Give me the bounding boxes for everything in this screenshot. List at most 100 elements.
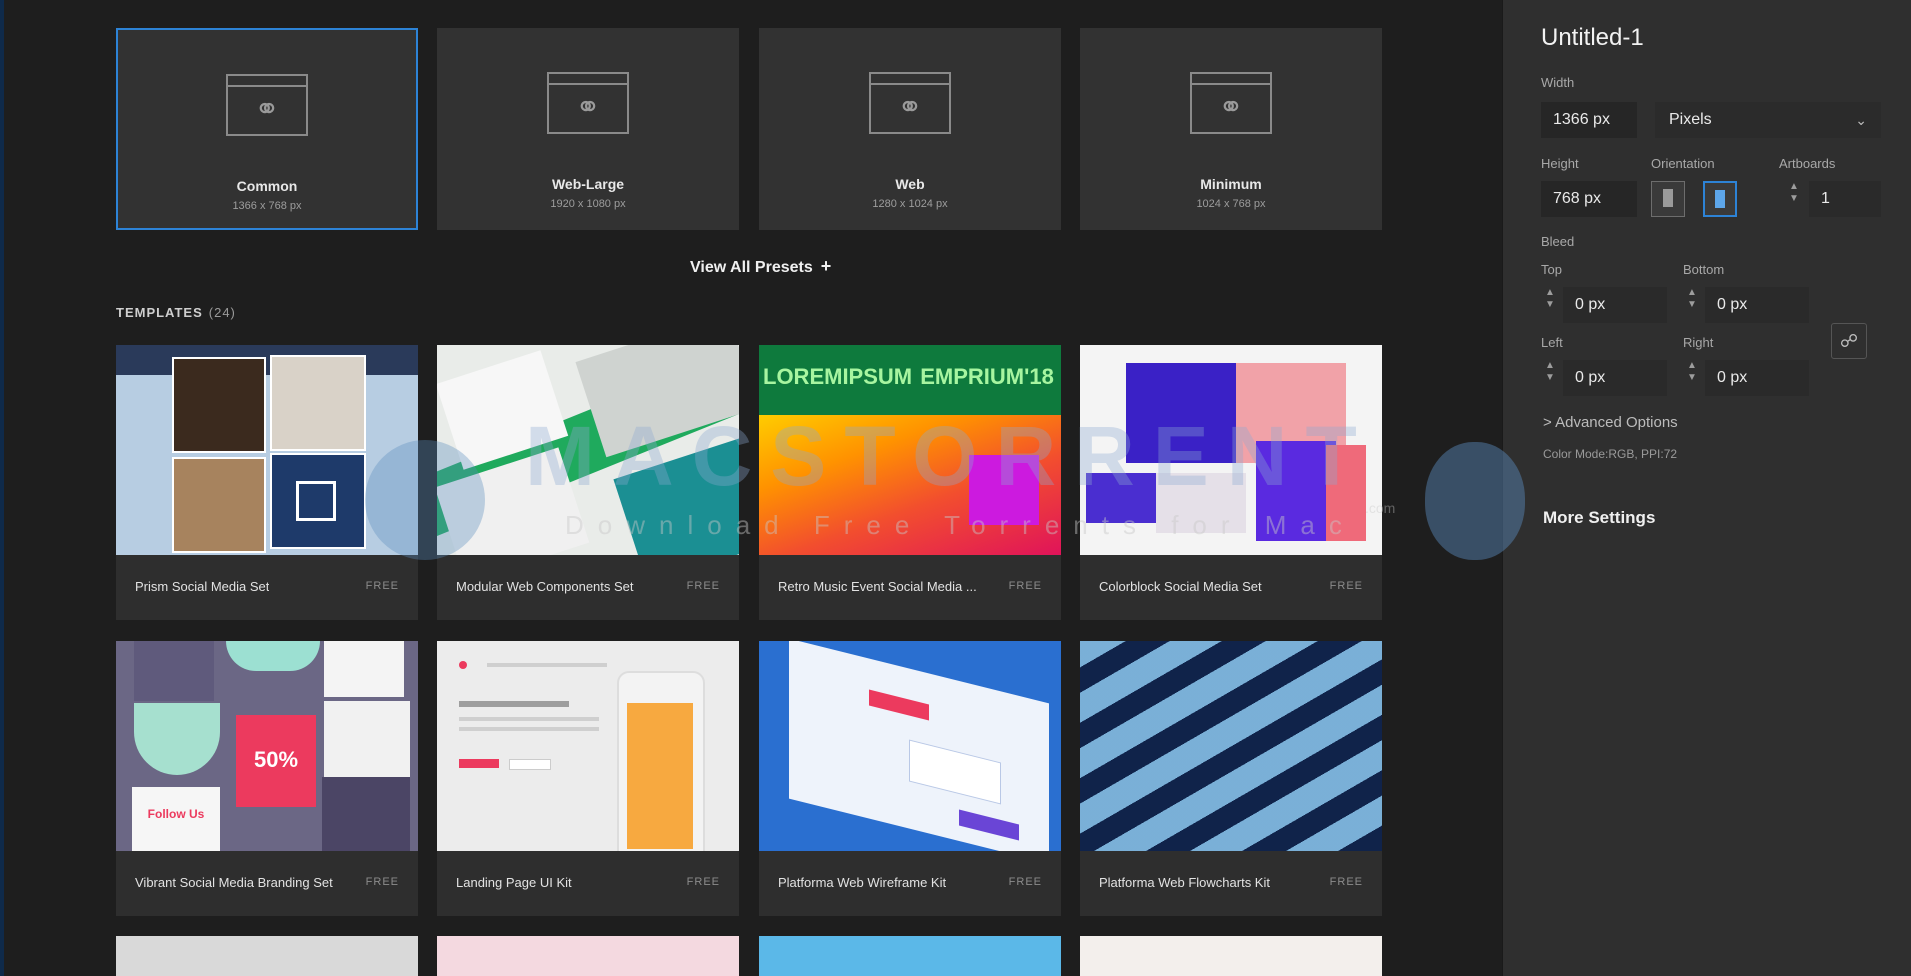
template-thumbnail [437,641,739,851]
more-settings-button[interactable]: More Settings [1543,508,1655,528]
orientation-label: Orientation [1651,156,1715,171]
document-settings-panel: Untitled-1 Width 1366 px Pixels ⌄ Height… [1502,0,1911,976]
globe-icon: ⚭ [1218,91,1244,124]
template-card-platforma-flowcharts[interactable]: Platforma Web Flowcharts Kit FREE [1080,641,1382,916]
template-caption: Platforma Web Flowcharts Kit FREE [1080,851,1382,916]
template-thumbnail [116,936,418,976]
top-label: Top [1541,262,1562,277]
templates-browser: ⚭ Common 1366 x 768 px ⚭ Web-Large 1920 … [0,0,1502,976]
portrait-orientation-button[interactable] [1651,181,1685,217]
height-label: Height [1541,156,1579,171]
units-value: Pixels [1669,111,1712,128]
template-card[interactable] [1080,936,1382,976]
template-caption: Vibrant Social Media Branding Set FREE [116,851,418,916]
height-input[interactable]: 768 px [1541,181,1637,217]
bottom-stepper-icon[interactable]: ▲ ▼ [1685,287,1699,323]
template-thumbnail [437,936,739,976]
vibrant-follow-text: Follow Us [147,807,205,821]
document-name[interactable]: Untitled-1 [1541,24,1644,52]
browser-frame-icon: ⚭ [547,72,629,134]
template-card[interactable] [116,936,418,976]
template-card-retro-music[interactable]: LOREMIPSUM EMPRIUM'18 Retro Music Event … [759,345,1061,620]
artboards-label: Artboards [1779,156,1836,171]
template-card-landing-page[interactable]: Landing Page UI Kit FREE [437,641,739,916]
link-icon[interactable]: ☍ [1831,323,1867,359]
template-name: Vibrant Social Media Branding Set [135,875,333,890]
browser-frame-icon: ⚭ [869,72,951,134]
template-thumbnail [1080,936,1382,976]
preset-common[interactable]: ⚭ Common 1366 x 768 px [116,28,418,230]
template-name: Colorblock Social Media Set [1099,579,1262,594]
preset-web-large[interactable]: ⚭ Web-Large 1920 x 1080 px [437,28,739,230]
preset-size: 1280 x 1024 px [872,198,948,210]
preset-size: 1024 x 768 px [1196,198,1266,210]
preset-name: Web [895,176,925,192]
preset-web[interactable]: ⚭ Web 1280 x 1024 px [759,28,1061,230]
landscape-orientation-button[interactable] [1703,181,1737,217]
plus-icon: + [820,256,832,276]
template-thumbnail [437,345,739,555]
template-thumbnail [759,936,1061,976]
template-card-colorblock[interactable]: Colorblock Social Media Set FREE [1080,345,1382,620]
template-thumbnail: 50% Follow Us [116,641,418,851]
template-thumbnail [759,641,1061,851]
template-tag: FREE [686,580,720,592]
left-bleed-input[interactable]: 0 px [1563,360,1667,396]
template-tag: FREE [365,580,399,592]
template-tag: FREE [686,876,720,888]
view-all-presets-button[interactable]: View All Presets + [690,256,831,277]
globe-icon: ⚭ [575,91,601,124]
left-label: Left [1541,335,1563,350]
template-card[interactable] [759,936,1061,976]
advanced-options-toggle[interactable]: > Advanced Options [1543,414,1678,431]
template-thumbnail [1080,641,1382,851]
template-tag: FREE [365,876,399,888]
template-card-platforma-wireframe[interactable]: Platforma Web Wireframe Kit FREE [759,641,1061,916]
template-card-vibrant[interactable]: 50% Follow Us Vibrant Social Media Brand… [116,641,418,916]
template-caption: Colorblock Social Media Set FREE [1080,555,1382,620]
template-card[interactable] [437,936,739,976]
top-bleed-input[interactable]: 0 px [1563,287,1667,323]
templates-heading: TEMPLATES (24) [116,305,236,320]
top-stepper-icon[interactable]: ▲ ▼ [1543,287,1557,323]
preset-size: 1920 x 1080 px [550,198,626,210]
window-edge [0,0,4,976]
template-thumbnail [116,345,418,555]
width-label: Width [1541,75,1575,90]
left-stepper-icon[interactable]: ▲ ▼ [1543,360,1557,396]
artboards-stepper-icon[interactable]: ▲ ▼ [1787,181,1801,217]
template-caption: Modular Web Components Set FREE [437,555,739,620]
template-name: Modular Web Components Set [456,579,634,594]
preset-name: Minimum [1200,176,1262,192]
template-tag: FREE [1008,876,1042,888]
globe-icon: ⚭ [254,93,280,126]
template-thumbnail: LOREMIPSUM EMPRIUM'18 [759,345,1061,555]
preset-size: 1366 x 768 px [232,200,302,212]
width-input[interactable]: 1366 px [1541,102,1637,138]
units-select[interactable]: Pixels ⌄ [1655,102,1881,138]
template-card-prism[interactable]: Prism Social Media Set FREE [116,345,418,620]
template-tag: FREE [1329,876,1363,888]
bottom-bleed-input[interactable]: 0 px [1705,287,1809,323]
view-all-label: View All Presets [690,259,813,276]
bleed-label: Bleed [1541,234,1575,249]
right-label: Right [1683,335,1714,350]
bottom-label: Bottom [1683,262,1725,277]
browser-frame-icon: ⚭ [226,74,308,136]
template-name: Retro Music Event Social Media ... [778,579,977,594]
color-mode-text: Color Mode:RGB, PPI:72 [1543,447,1678,461]
template-tag: FREE [1329,580,1363,592]
template-caption: Platforma Web Wireframe Kit FREE [759,851,1061,916]
landscape-icon [1715,190,1725,208]
template-caption: Landing Page UI Kit FREE [437,851,739,916]
preset-name: Web-Large [551,176,625,192]
portrait-icon [1663,189,1673,207]
template-card-modular-web[interactable]: Modular Web Components Set FREE [437,345,739,620]
artboards-input[interactable]: 1 [1809,181,1881,217]
preset-name: Common [236,178,298,194]
browser-frame-icon: ⚭ [1190,72,1272,134]
template-thumbnail [1080,345,1382,555]
right-bleed-input[interactable]: 0 px [1705,360,1809,396]
preset-minimum[interactable]: ⚭ Minimum 1024 x 768 px [1080,28,1382,230]
right-stepper-icon[interactable]: ▲ ▼ [1685,360,1699,396]
